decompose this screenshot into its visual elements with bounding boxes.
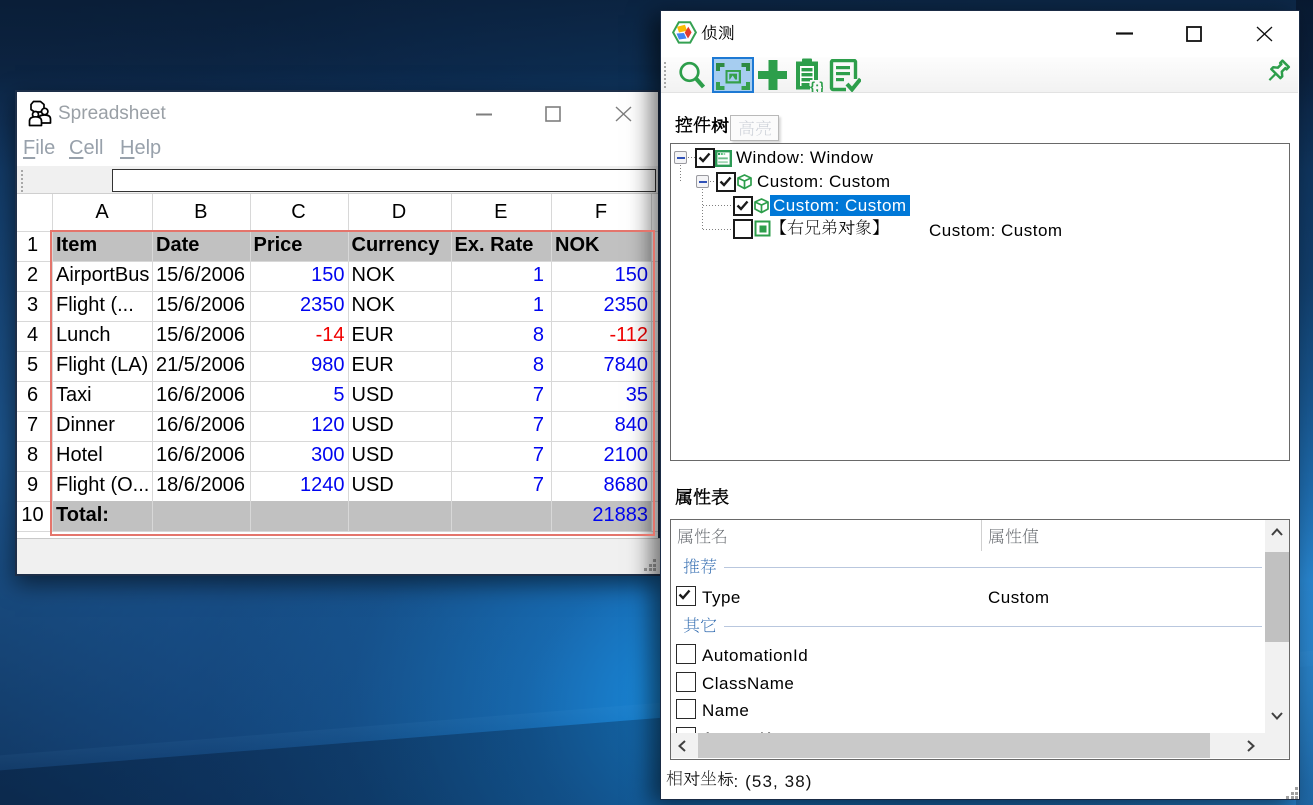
svg-text:{;}: {;}: [810, 79, 823, 92]
